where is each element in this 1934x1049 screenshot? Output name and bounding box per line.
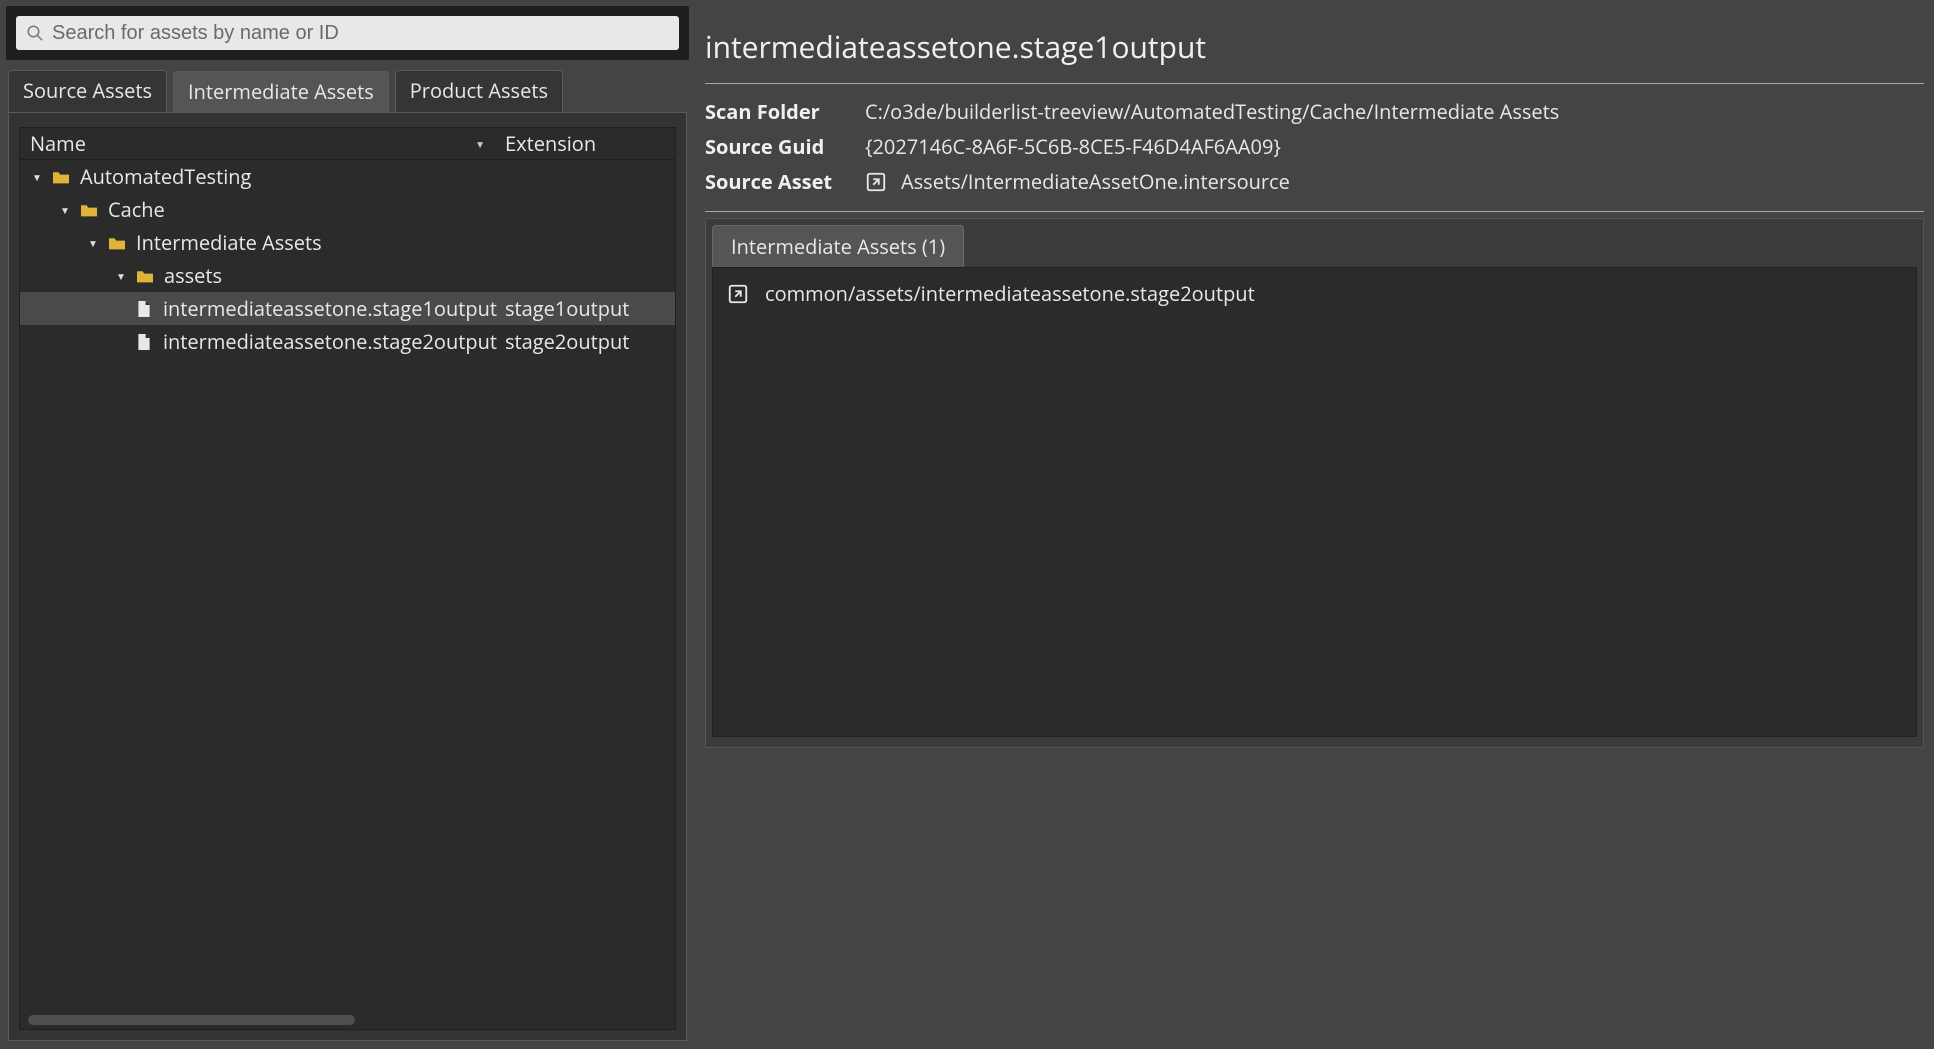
tree-row-label: Cache — [108, 196, 165, 223]
column-extension-header[interactable]: Extension — [497, 130, 675, 157]
row-scan-folder: Scan Folder C:/o3de/builderlist-treeview… — [705, 98, 1924, 125]
search-icon — [26, 24, 44, 42]
tree-row-label: intermediateassetone.stage1output — [163, 295, 497, 322]
tree-pane: Name ▼ Extension ▼ AutomatedTesting ▼ Cache… — [8, 112, 687, 1041]
related-assets-panel: Intermediate Assets (1) common/assets/in… — [705, 218, 1924, 748]
open-external-icon[interactable] — [865, 171, 887, 193]
scan-folder-label: Scan Folder — [705, 98, 865, 125]
source-guid-label: Source Guid — [705, 133, 865, 160]
tab-product-assets[interactable]: Product Assets — [395, 70, 563, 112]
chevron-down-icon[interactable]: ▼ — [28, 170, 46, 184]
search-bar[interactable] — [16, 16, 679, 50]
tree-row-label: intermediateassetone.stage2output — [163, 328, 497, 355]
tree-row-label: Intermediate Assets — [136, 229, 322, 256]
left-tabs: Source Assets Intermediate Assets Produc… — [6, 70, 689, 112]
tab-intermediate-assets-count[interactable]: Intermediate Assets (1) — [712, 225, 964, 267]
row-source-asset: Source Asset Assets/IntermediateAssetOne… — [705, 168, 1924, 195]
related-assets-list[interactable]: common/assets/intermediateassetone.stage… — [712, 267, 1917, 737]
source-asset-label: Source Asset — [705, 168, 865, 195]
tree-file-row[interactable]: intermediateassetone.stage2outputstage2o… — [20, 325, 675, 358]
tree-row-extension: stage1output — [497, 295, 675, 322]
divider — [705, 83, 1924, 84]
tree-folder-row[interactable]: ▼ Intermediate Assets — [20, 226, 675, 259]
folder-icon — [78, 199, 100, 221]
asset-tree[interactable]: Name ▼ Extension ▼ AutomatedTesting ▼ Cache… — [19, 127, 676, 1030]
sub-tabs: Intermediate Assets (1) — [712, 225, 1917, 267]
tree-folder-row[interactable]: ▼ assets — [20, 259, 675, 292]
chevron-down-icon[interactable]: ▼ — [84, 236, 102, 250]
chevron-down-icon[interactable]: ▼ — [56, 203, 74, 217]
chevron-down-icon[interactable]: ▼ — [112, 269, 130, 283]
folder-icon — [134, 265, 156, 287]
details-properties: Scan Folder C:/o3de/builderlist-treeview… — [705, 84, 1924, 211]
search-input[interactable] — [52, 22, 669, 45]
row-source-guid: Source Guid {2027146C-8A6F-5C6B-8CE5-F46… — [705, 133, 1924, 160]
folder-icon — [50, 166, 72, 188]
sort-indicator-icon: ▼ — [475, 137, 485, 151]
tree-file-row[interactable]: intermediateassetone.stage1outputstage1o… — [20, 292, 675, 325]
tree-body[interactable]: ▼ AutomatedTesting ▼ Cache ▼ Intermediate Ass… — [20, 160, 675, 1029]
open-external-icon[interactable] — [727, 283, 749, 305]
divider — [705, 211, 1924, 212]
tree-row-label: assets — [164, 262, 222, 289]
left-panel: Source Assets Intermediate Assets Produc… — [0, 0, 695, 1049]
tab-source-assets[interactable]: Source Assets — [8, 70, 167, 112]
file-icon — [133, 298, 155, 320]
tree-folder-row[interactable]: ▼ Cache — [20, 193, 675, 226]
tree-folder-row[interactable]: ▼ AutomatedTesting — [20, 160, 675, 193]
column-extension-label: Extension — [505, 130, 596, 157]
scan-folder-value: C:/o3de/builderlist-treeview/AutomatedTe… — [865, 98, 1559, 125]
tree-header[interactable]: Name ▼ Extension — [20, 128, 675, 160]
list-item[interactable]: common/assets/intermediateassetone.stage… — [727, 280, 1902, 307]
details-title: intermediateassetone.stage1output — [705, 8, 1924, 83]
column-name-header[interactable]: Name ▼ — [20, 130, 497, 157]
search-bar-container — [6, 6, 689, 60]
tree-row-extension: stage2output — [497, 328, 675, 355]
list-item-path: common/assets/intermediateassetone.stage… — [765, 280, 1255, 307]
source-guid-value: {2027146C-8A6F-5C6B-8CE5-F46D4AF6AA09} — [865, 133, 1281, 160]
column-name-label: Name — [30, 130, 86, 157]
right-panel: intermediateassetone.stage1output Scan F… — [695, 0, 1934, 1049]
tree-row-label: AutomatedTesting — [80, 163, 251, 190]
horizontal-scrollbar[interactable] — [28, 1015, 355, 1025]
folder-icon — [106, 232, 128, 254]
tab-intermediate-assets[interactable]: Intermediate Assets — [173, 71, 389, 113]
file-icon — [133, 331, 155, 353]
source-asset-value[interactable]: Assets/IntermediateAssetOne.intersource — [901, 168, 1290, 195]
